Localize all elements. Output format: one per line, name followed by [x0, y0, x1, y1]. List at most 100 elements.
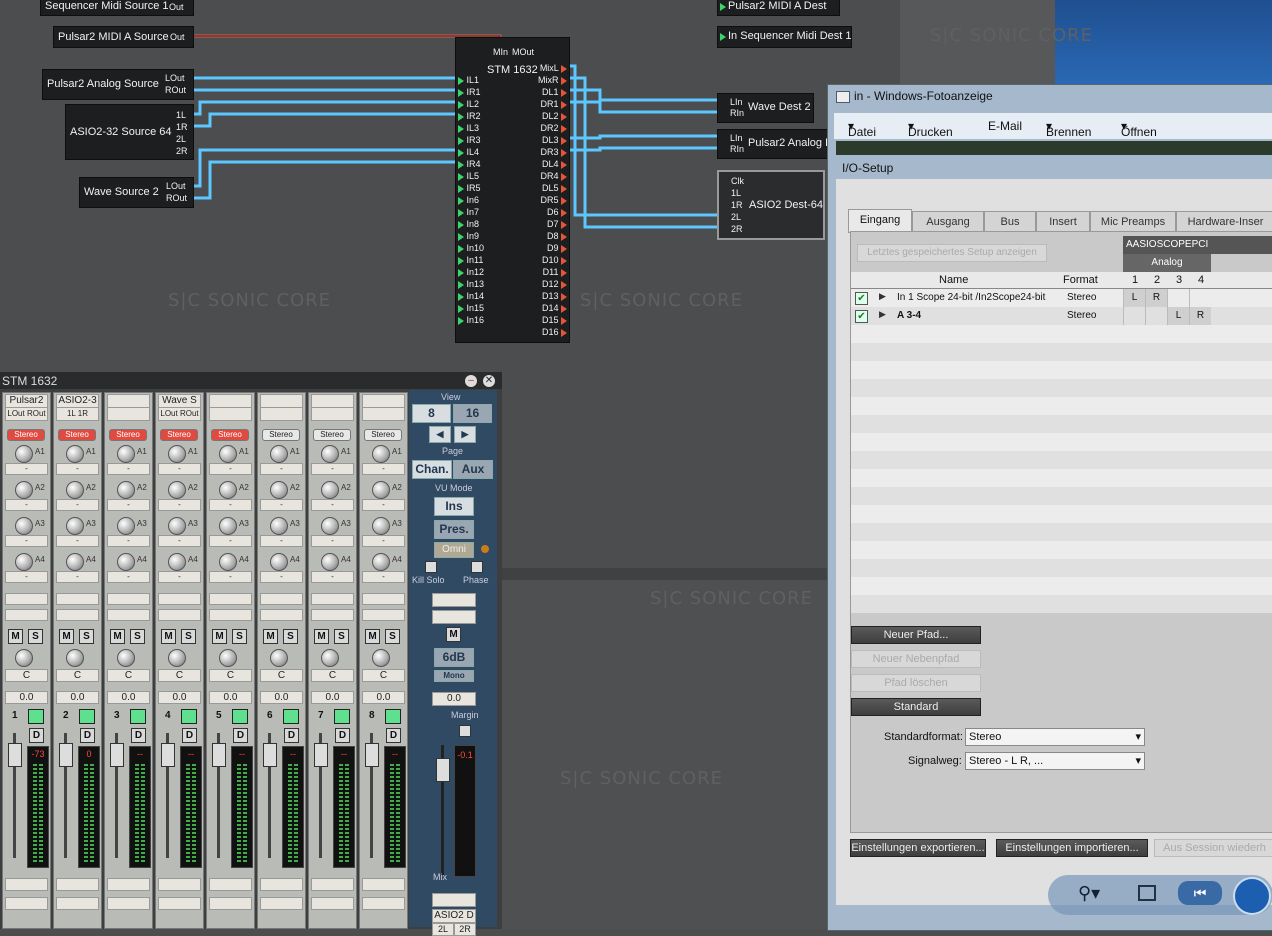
stereo-badge[interactable]: Stereo: [211, 429, 249, 441]
record-led[interactable]: [181, 709, 197, 724]
table-row[interactable]: [851, 433, 1272, 451]
pres-button[interactable]: Pres.: [434, 520, 474, 539]
stm-input-port[interactable]: IL5: [458, 170, 479, 182]
asio-dest[interactable]: Clk 1L 1R 2L 2R ASIO2 Dest-64: [717, 170, 825, 240]
insert-slot[interactable]: [158, 609, 201, 621]
tab-4[interactable]: Mic Preamps: [1090, 211, 1176, 233]
pulsar-analog-source[interactable]: Pulsar2 Analog Source LOut ROut: [42, 69, 194, 100]
stm-input-port[interactable]: In14: [458, 290, 484, 302]
channel-fader[interactable]: [161, 743, 175, 767]
view-8-button[interactable]: 8: [412, 404, 451, 423]
aux-send-knob[interactable]: [270, 481, 288, 499]
d-button[interactable]: D: [80, 728, 95, 743]
solo-button[interactable]: S: [181, 629, 196, 644]
stm-input-port[interactable]: IR2: [458, 110, 481, 122]
channel-fader[interactable]: [365, 743, 379, 767]
table-row[interactable]: [851, 379, 1272, 397]
aux-send-knob[interactable]: [270, 445, 288, 463]
view-16-button[interactable]: 16: [453, 404, 492, 423]
output-slot[interactable]: [209, 878, 252, 891]
stm-input-port[interactable]: IL3: [458, 122, 479, 134]
menu-datei[interactable]: Datei ▾: [848, 119, 876, 139]
d-button[interactable]: D: [386, 728, 401, 743]
table-row[interactable]: [851, 595, 1272, 613]
aux-button[interactable]: Aux: [453, 460, 493, 479]
channel-assign-cell[interactable]: L: [1167, 307, 1189, 325]
slideshow-icon[interactable]: [1233, 877, 1271, 915]
pulsar-midi-source[interactable]: Pulsar2 MIDI A Source Out: [53, 26, 194, 48]
stm-input-port[interactable]: In11: [458, 254, 483, 266]
aux-send-knob[interactable]: [168, 553, 186, 571]
stm-output-port[interactable]: DL5: [542, 182, 567, 194]
volume-value[interactable]: 0.0: [158, 691, 201, 704]
channel-assign-cell[interactable]: L: [1123, 289, 1145, 307]
aux-send-knob[interactable]: [117, 553, 135, 571]
page-next-button[interactable]: ▶: [454, 426, 476, 443]
previous-icon[interactable]: ⏮: [1178, 881, 1222, 905]
tab-1[interactable]: Ausgang: [912, 211, 984, 233]
channel-fader[interactable]: [59, 743, 73, 767]
table-row[interactable]: [851, 415, 1272, 433]
stereo-badge[interactable]: Stereo: [313, 429, 351, 441]
stm-input-port[interactable]: In16: [458, 314, 484, 326]
d-button[interactable]: D: [29, 728, 44, 743]
channel-fader[interactable]: [212, 743, 226, 767]
record-led[interactable]: [385, 709, 401, 724]
menu-email[interactable]: E-Mail: [988, 119, 1022, 133]
stereo-badge[interactable]: Stereo: [58, 429, 96, 441]
page-prev-button[interactable]: ◀: [429, 426, 451, 443]
aux-send-knob[interactable]: [321, 553, 339, 571]
stm-input-port[interactable]: In9: [458, 230, 479, 242]
enable-checkbox[interactable]: ✔: [855, 292, 868, 305]
aux-send-knob[interactable]: [66, 481, 84, 499]
pan-value[interactable]: C: [260, 669, 303, 682]
stm-input-port[interactable]: IR5: [458, 182, 481, 194]
wave-dest[interactable]: LIn RIn Wave Dest 2: [717, 93, 814, 123]
table-row[interactable]: [851, 487, 1272, 505]
table-row[interactable]: [851, 505, 1272, 523]
omni-button[interactable]: Omni: [434, 542, 474, 558]
master-volume-value[interactable]: 0.0: [432, 692, 476, 706]
aux-send-knob[interactable]: [117, 481, 135, 499]
pulsar-midi-dest[interactable]: Pulsar2 MIDI A Dest: [717, 0, 840, 16]
mute-button[interactable]: M: [110, 629, 125, 644]
table-row[interactable]: [851, 469, 1272, 487]
pan-value[interactable]: C: [311, 669, 354, 682]
master-mute-button[interactable]: M: [446, 627, 461, 642]
solo-button[interactable]: S: [385, 629, 400, 644]
stm-1632-module[interactable]: MIn MOut STM 1632 IL1 IR1 IL2 IR2 IL3 IR…: [455, 37, 570, 343]
output-slot[interactable]: [158, 897, 201, 910]
mute-button[interactable]: M: [8, 629, 23, 644]
stm-output-port[interactable]: D8: [547, 230, 567, 242]
stm-output-port[interactable]: DR5: [540, 194, 567, 206]
record-led[interactable]: [79, 709, 95, 724]
output-slot[interactable]: [56, 878, 99, 891]
channel-fader[interactable]: [314, 743, 328, 767]
tab-0[interactable]: Eingang: [848, 209, 912, 233]
mute-button[interactable]: M: [212, 629, 227, 644]
stm-output-port[interactable]: MixR: [538, 74, 567, 86]
tab-5[interactable]: Hardware-Inser: [1176, 211, 1272, 233]
mute-button[interactable]: M: [59, 629, 74, 644]
aux-send-knob[interactable]: [15, 481, 33, 499]
new-path-button[interactable]: Neuer Pfad...: [851, 626, 981, 644]
output-slot[interactable]: [260, 897, 303, 910]
tab-3[interactable]: Insert: [1036, 211, 1090, 233]
stm-output-port[interactable]: MixL: [540, 62, 567, 74]
insert-slot[interactable]: [5, 593, 48, 605]
insert-slot[interactable]: [56, 609, 99, 621]
aux-send-knob[interactable]: [168, 481, 186, 499]
stereo-badge[interactable]: Stereo: [109, 429, 147, 441]
minimize-icon[interactable]: –: [465, 375, 477, 387]
channel-fader[interactable]: [263, 743, 277, 767]
table-row[interactable]: [851, 451, 1272, 469]
solo-button[interactable]: S: [334, 629, 349, 644]
send-slot[interactable]: [432, 593, 476, 607]
stm-output-port[interactable]: DL3: [542, 134, 567, 146]
signal-select[interactable]: Stereo - L R, ... ▾: [965, 752, 1145, 770]
std-format-select[interactable]: Stereo ▾: [965, 728, 1145, 746]
d-button[interactable]: D: [131, 728, 146, 743]
pan-knob[interactable]: [117, 649, 135, 667]
stm-output-port[interactable]: D12: [542, 278, 567, 290]
pan-value[interactable]: C: [158, 669, 201, 682]
